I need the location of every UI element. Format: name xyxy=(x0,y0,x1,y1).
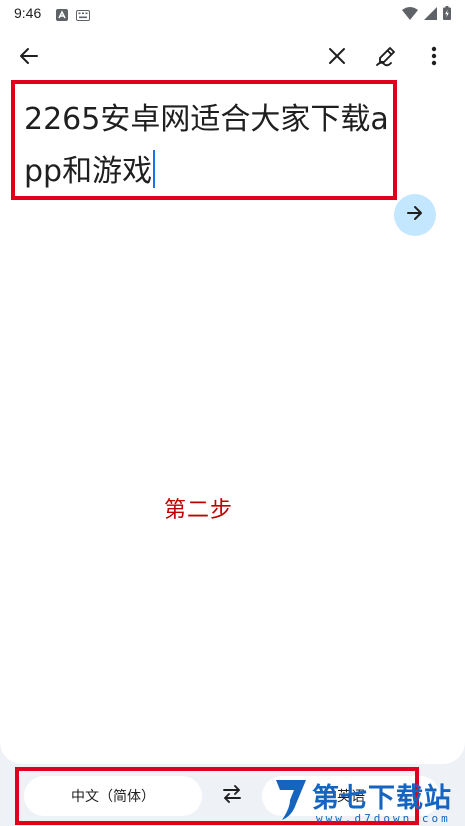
arrow-forward-icon xyxy=(406,205,424,225)
signal-icon xyxy=(424,5,437,24)
step-annotation: 第二步 xyxy=(164,498,234,523)
pen-edit-icon xyxy=(375,45,397,71)
swap-languages-button[interactable] xyxy=(214,778,250,814)
source-text: 2265安卓网适合大家下载app和游戏 xyxy=(24,102,389,189)
watermark-logo-icon xyxy=(272,776,310,826)
status-bar: 9:46 xyxy=(0,0,465,26)
handwriting-button[interactable] xyxy=(368,40,404,76)
source-language-button[interactable]: 中文（简体） xyxy=(24,776,202,816)
android-notification-icon xyxy=(56,6,68,25)
translate-go-button[interactable] xyxy=(394,194,436,236)
keyboard-icon xyxy=(76,6,90,25)
arrow-back-icon xyxy=(19,46,39,70)
watermark-brand: 第七下载站 xyxy=(312,783,452,814)
toolbar xyxy=(0,40,465,76)
back-button[interactable] xyxy=(11,40,47,76)
clear-button[interactable] xyxy=(319,40,355,76)
more-options-button[interactable] xyxy=(416,40,452,76)
text-caret xyxy=(153,150,156,188)
close-icon xyxy=(328,47,346,69)
watermark-url: www.d7down.com xyxy=(316,812,451,825)
source-language-label: 中文（简体） xyxy=(71,789,155,805)
more-vert-icon xyxy=(431,46,437,70)
source-text-input[interactable]: 2265安卓网适合大家下载app和游戏 xyxy=(24,94,404,198)
translation-input-sheet: 2265安卓网适合大家下载app和游戏 第二步 xyxy=(0,26,465,764)
wifi-icon xyxy=(402,5,418,24)
battery-charging-icon xyxy=(443,5,451,24)
status-time: 9:46 xyxy=(14,5,42,21)
swap-arrows-icon xyxy=(221,785,243,807)
watermark: 第七下载站 www.d7down.com xyxy=(272,774,462,826)
